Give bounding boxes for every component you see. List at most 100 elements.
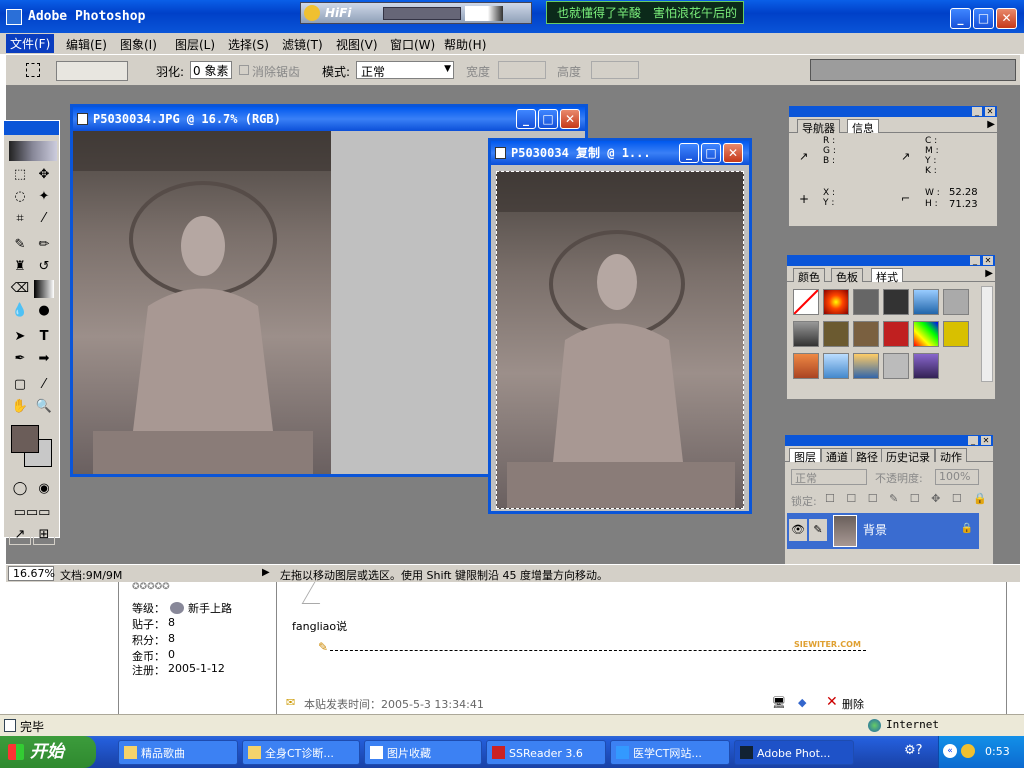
delete-link[interactable]: 删除 xyxy=(842,696,864,712)
monitor-icon[interactable]: 🖥 xyxy=(772,696,786,709)
edit-icon[interactable]: ◆ xyxy=(798,696,806,709)
menu-file[interactable]: 文件(F) xyxy=(6,34,55,53)
screen-mode-buttons[interactable]: ▭▭▭ xyxy=(9,503,55,523)
tab-actions[interactable]: 动作 xyxy=(935,448,967,464)
eraser-tool[interactable]: ⌫ xyxy=(9,279,31,299)
menu-layer[interactable]: 图层(L) xyxy=(175,36,215,53)
style-swatch[interactable] xyxy=(853,321,879,347)
style-swatch[interactable] xyxy=(793,353,819,379)
zoom-tool[interactable]: 🔍 xyxy=(33,397,55,417)
hifi-player[interactable]: HiFi xyxy=(300,2,532,24)
task-pictures[interactable]: 图片收藏 xyxy=(364,740,482,765)
tab-paths[interactable]: 路径 xyxy=(851,448,883,464)
magic-wand-tool[interactable]: ✦ xyxy=(33,187,55,207)
close-button[interactable]: ✕ xyxy=(996,8,1017,29)
path-selection-tool[interactable]: ➤ xyxy=(9,327,31,347)
clone-stamp-tool[interactable]: ♜ xyxy=(9,257,31,277)
menu-edit[interactable]: 编辑(E) xyxy=(66,36,107,53)
marquee-tool-icon[interactable] xyxy=(26,63,40,77)
style-swatch[interactable] xyxy=(913,289,939,315)
gradient-tool[interactable] xyxy=(33,279,55,299)
maximize-button[interactable]: □ xyxy=(973,8,994,29)
menu-filter[interactable]: 滤镜(T) xyxy=(282,36,323,53)
doc1-titlebar[interactable]: P5030034.JPG @ 16.7% (RGB) xyxy=(73,107,585,131)
panel-close-icon[interactable]: ✕ xyxy=(983,256,993,265)
smiley-tray-icon[interactable] xyxy=(961,744,975,758)
doc1-maximize-button[interactable]: □ xyxy=(538,109,558,129)
menu-help[interactable]: 帮助(H) xyxy=(444,36,486,53)
panel-minimize-icon[interactable]: _ xyxy=(968,436,978,445)
panel-close-icon[interactable]: ✕ xyxy=(985,107,995,116)
jump-to-imageready-button[interactable]: ↗ xyxy=(9,525,31,545)
height-input[interactable] xyxy=(591,61,639,79)
style-swatch[interactable] xyxy=(943,289,969,315)
doc2-canvas[interactable] xyxy=(496,171,744,509)
menu-view[interactable]: 视图(V) xyxy=(336,36,378,53)
history-brush-tool[interactable]: ↺ xyxy=(33,257,55,277)
style-swatch[interactable] xyxy=(823,353,849,379)
task-photoshop[interactable]: Adobe Phot... xyxy=(734,740,854,765)
menu-image[interactable]: 图象(I) xyxy=(120,36,157,53)
shape-tool[interactable]: ➡ xyxy=(33,349,55,369)
doc2-maximize-button[interactable]: □ xyxy=(701,143,721,163)
eye-icon[interactable]: 👁 xyxy=(789,519,807,541)
panel-menu-arrow-icon[interactable]: ▶ xyxy=(985,268,993,279)
doc2-close-button[interactable]: ✕ xyxy=(723,143,743,163)
style-swatch[interactable] xyxy=(853,353,879,379)
lock-options[interactable]: ☐ ☐ ☐ ✎ ☐ ✥ ☐ 🔒 xyxy=(825,492,991,505)
tab-color[interactable]: 颜色 xyxy=(793,268,825,284)
menu-select[interactable]: 选择(S) xyxy=(228,36,269,53)
task-songs[interactable]: 精品歌曲 xyxy=(118,740,238,765)
panel-close-icon[interactable]: ✕ xyxy=(981,436,991,445)
panel-menu-arrow-icon[interactable]: ▶ xyxy=(987,119,995,130)
style-swatch[interactable] xyxy=(883,353,909,379)
blur-tool[interactable]: 💧 xyxy=(9,301,31,321)
style-swatch[interactable] xyxy=(823,289,849,315)
tab-history[interactable]: 历史记录 xyxy=(881,448,935,464)
doc1-minimize-button[interactable]: _ xyxy=(516,109,536,129)
width-input[interactable] xyxy=(498,61,546,79)
palette-well[interactable] xyxy=(810,59,1016,81)
style-swatch[interactable] xyxy=(853,289,879,315)
hand-tool[interactable]: ✋ xyxy=(9,397,31,417)
mode-select[interactable]: 正常 ▼ xyxy=(356,61,454,79)
blend-mode-select[interactable]: 正常 xyxy=(791,469,867,485)
delete-icon[interactable]: ✕ xyxy=(826,694,838,710)
tab-navigator[interactable]: 导航器 xyxy=(797,119,840,135)
foreground-color-swatch[interactable] xyxy=(11,425,39,453)
start-button[interactable]: 开始 xyxy=(0,736,96,768)
minimize-button[interactable]: _ xyxy=(950,8,971,29)
status-menu-arrow-icon[interactable]: ▶ xyxy=(262,567,270,578)
tab-styles[interactable]: 样式 xyxy=(871,268,903,284)
tab-swatches[interactable]: 色板 xyxy=(831,268,863,284)
zoom-field[interactable]: 16.67% xyxy=(8,566,55,581)
panel-minimize-icon[interactable]: _ xyxy=(970,256,980,265)
doc2-minimize-button[interactable]: _ xyxy=(679,143,699,163)
document-window-copy[interactable]: P5030034 复制 @ 1... _ □ ✕ xyxy=(488,138,752,514)
pen-tool[interactable]: ✒ xyxy=(9,349,31,369)
menu-window[interactable]: 窗口(W) xyxy=(390,36,435,53)
quickmask-mode-button[interactable]: ◉ xyxy=(33,479,55,499)
style-swatch[interactable] xyxy=(823,321,849,347)
style-swatch[interactable] xyxy=(883,321,909,347)
type-tool[interactable]: T xyxy=(33,327,55,347)
feather-input[interactable]: 0 象素 xyxy=(190,61,232,79)
tab-info[interactable]: 信息 xyxy=(847,119,879,135)
style-swatch[interactable] xyxy=(883,289,909,315)
antialias-checkbox[interactable] xyxy=(239,65,249,75)
notes-tool[interactable]: ▢ xyxy=(9,375,31,395)
move-tool[interactable]: ✥ xyxy=(33,165,55,185)
imageready-icon[interactable]: ⊞ xyxy=(33,525,55,545)
doc1-close-button[interactable]: ✕ xyxy=(560,109,580,129)
tray-arrow-icon[interactable]: « xyxy=(943,744,957,758)
quicklaunch-icons[interactable]: ⚙? xyxy=(904,743,923,758)
standard-mode-button[interactable]: ◯ xyxy=(9,479,31,499)
healing-brush-tool[interactable]: ✎ xyxy=(9,235,31,255)
tab-channels[interactable]: 通道 xyxy=(821,448,853,464)
style-swatch[interactable] xyxy=(913,321,939,347)
task-ct-folder[interactable]: 全身CT诊断... xyxy=(242,740,360,765)
player-controls[interactable] xyxy=(383,7,461,20)
styles-scrollbar[interactable] xyxy=(981,286,993,382)
style-none[interactable] xyxy=(793,289,819,315)
brush-tool[interactable]: ✏ xyxy=(33,235,55,255)
